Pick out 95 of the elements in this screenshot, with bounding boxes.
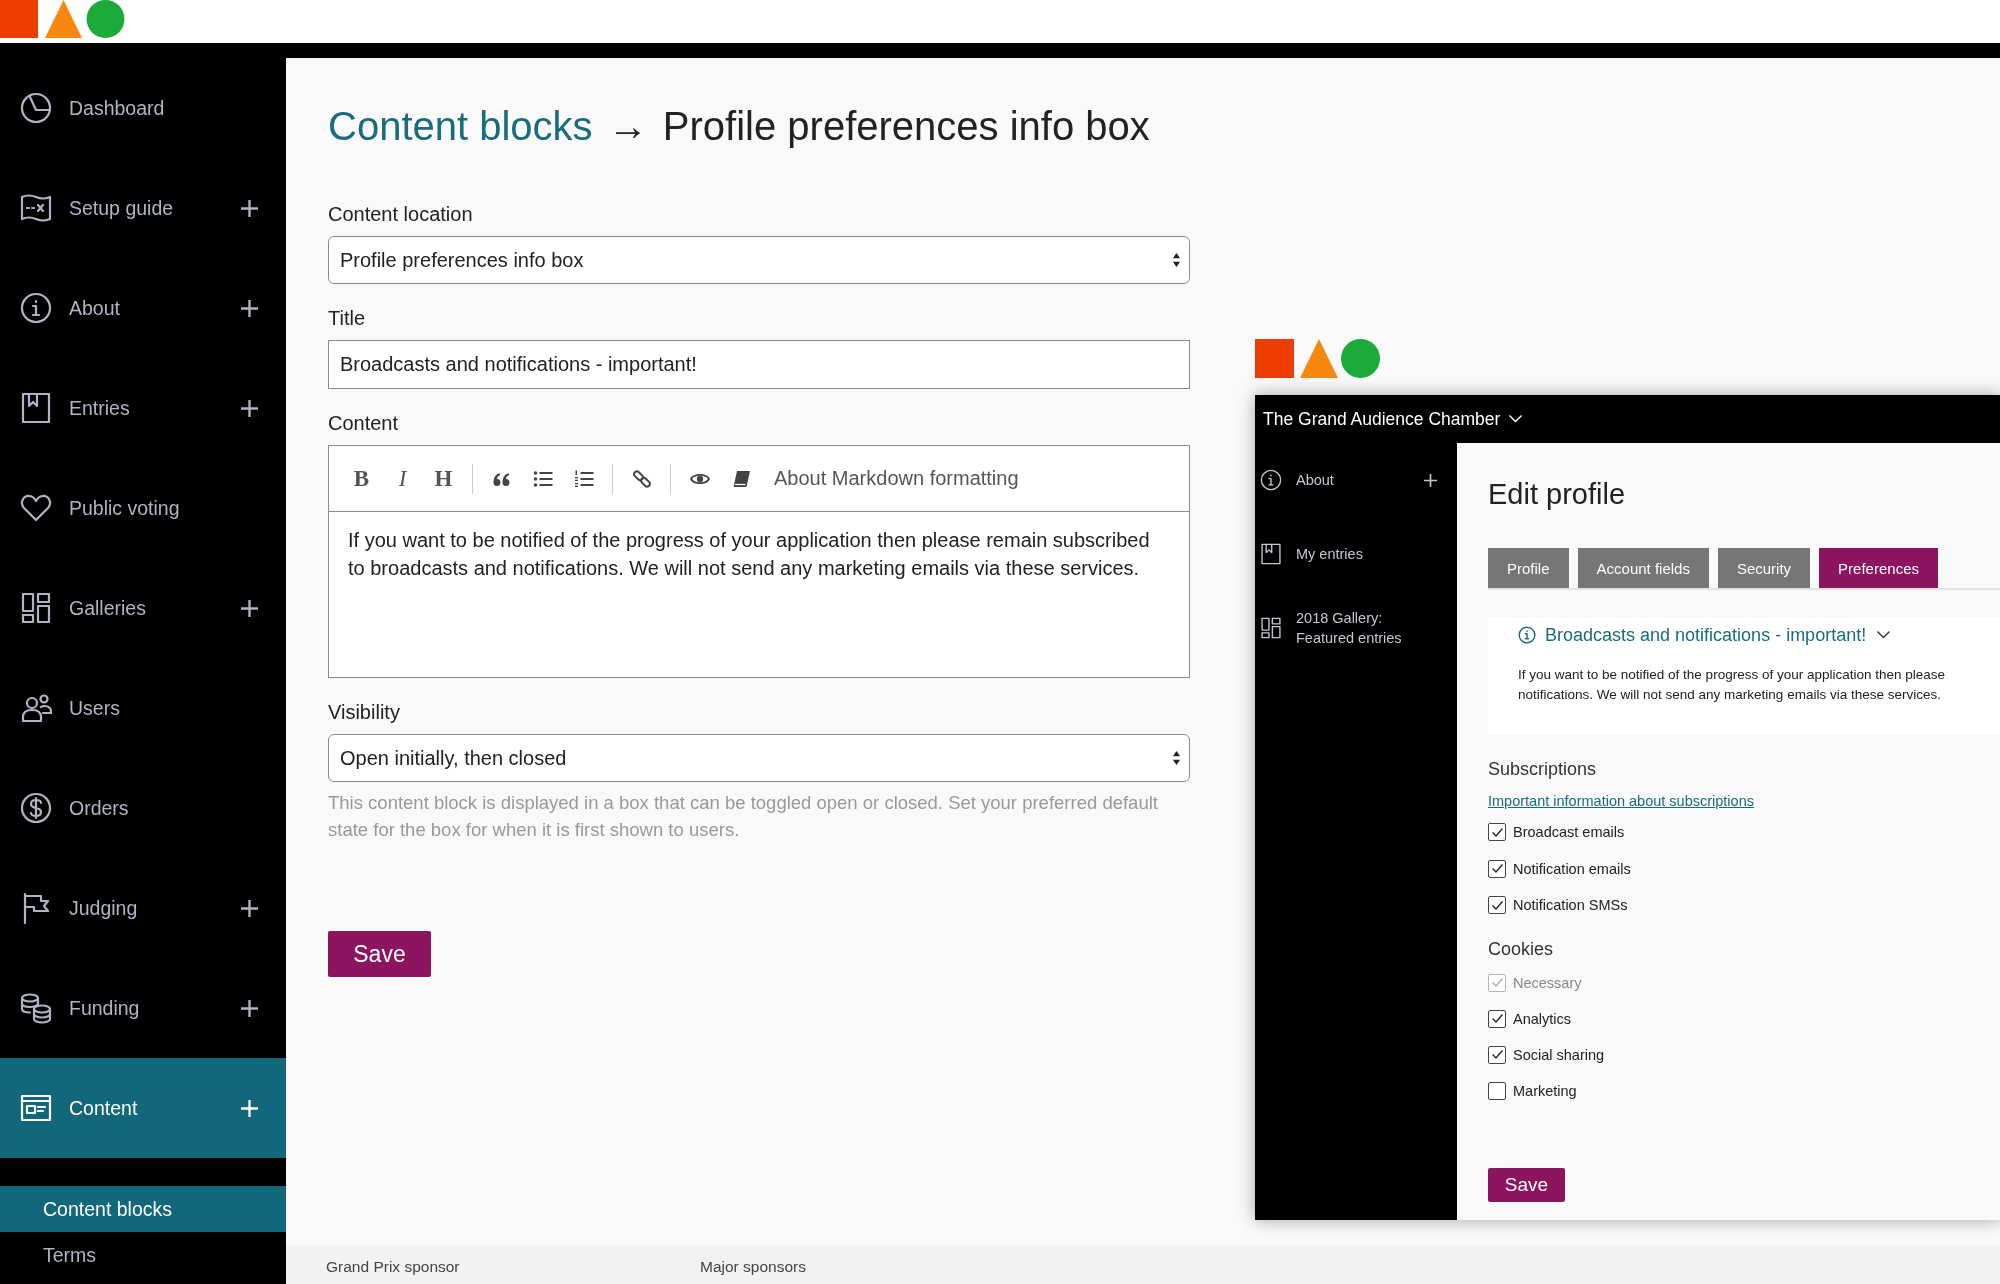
page-heading: Edit profile <box>1488 477 1626 512</box>
help-text: This content block is displayed in a box that can be toggled open or closed. Set your preferred default state for the box for when it is first shown to users. <box>328 791 1159 842</box>
subscriptions-info-link[interactable]: Important information about subscriptions <box>1488 791 1754 811</box>
breadcrumb-arrow: → <box>607 104 648 148</box>
plus-icon <box>1424 473 1437 487</box>
section-heading: Cookies <box>1488 937 1555 961</box>
layout-grid-icon <box>20 592 52 624</box>
checkbox[interactable] <box>1488 1081 1506 1100</box>
field-label: Title <box>328 306 367 331</box>
checkbox[interactable] <box>1488 896 1506 915</box>
checkmark-icon <box>1491 1050 1503 1059</box>
sidebar-item[interactable]: Content <box>0 1058 286 1158</box>
plus-icon <box>241 199 258 217</box>
heart-icon <box>20 492 52 524</box>
sidebar-item[interactable]: My entries <box>1255 517 1457 591</box>
text-field[interactable]: Broadcasts and notifications - important! <box>328 340 1190 389</box>
chevron-down-icon <box>1509 415 1523 423</box>
updown-arrows-icon <box>1172 750 1181 766</box>
sidebar-item[interactable]: Orders <box>0 758 286 858</box>
checkbox-label: Broadcast emails <box>1513 824 1625 841</box>
browser-window-icon <box>20 1092 52 1124</box>
save-button[interactable]: Save <box>1488 1167 1565 1202</box>
select-field[interactable]: Open initially, then closed <box>328 734 1190 782</box>
bookmark-icon <box>20 392 52 424</box>
coins-icon <box>20 992 52 1024</box>
info-icon <box>1260 469 1282 491</box>
gauge-icon <box>20 92 52 124</box>
sidebar-subitem[interactable]: Content blocks <box>0 1186 286 1232</box>
info-box-text: If you want to be notified of the progress of your application then please notifications. We will not send any marketing emails via these services. <box>1518 666 1947 704</box>
save-button[interactable]: Save <box>328 931 431 977</box>
checkbox[interactable] <box>1488 1009 1506 1028</box>
chevron-icon <box>1877 631 1891 639</box>
checkmark-icon <box>1491 900 1503 910</box>
checkbox-label: Analytics <box>1513 1010 1572 1027</box>
format-button[interactable]: B <box>341 462 382 495</box>
sidebar-item[interactable]: Public voting <box>0 458 286 558</box>
checkbox-label: Notification SMSs <box>1513 897 1628 914</box>
info-icon <box>20 292 52 324</box>
sponsor-heading: Major sponsors <box>700 1257 807 1277</box>
plus-icon <box>241 899 258 917</box>
checkbox[interactable] <box>1488 859 1506 878</box>
section-heading: Subscriptions <box>1488 758 1598 781</box>
bulleted-list-icon[interactable] <box>532 468 553 489</box>
plus-icon <box>241 999 258 1017</box>
checkbox-label: Marketing <box>1513 1082 1577 1099</box>
checkbox-label: Social sharing <box>1513 1046 1605 1063</box>
map-icon <box>20 192 52 224</box>
field-label: Visibility <box>328 700 401 725</box>
sidebar-subitem[interactable]: Terms <box>0 1232 286 1278</box>
sidebar-item[interactable]: 2018 Gallery: Featured entries <box>1255 591 1457 665</box>
tab[interactable]: Profile <box>1488 548 1569 588</box>
sidebar-item[interactable]: Setup guide <box>0 158 286 258</box>
sidebar-item[interactable]: About <box>0 258 286 358</box>
format-button[interactable]: H <box>423 462 464 495</box>
checkmark-icon <box>1491 1014 1503 1023</box>
checkmark-icon <box>1491 827 1503 837</box>
plus-icon <box>241 299 258 317</box>
page-title: Profile preferences info box <box>662 104 1150 148</box>
info-box-toggle[interactable]: Broadcasts and notifications - important! <box>1518 623 1891 647</box>
sidebar-item[interactable]: Entries <box>0 358 286 458</box>
bookmark-icon <box>1260 543 1282 565</box>
sidebar-item[interactable]: About <box>1255 443 1457 517</box>
checkbox-label: Notification emails <box>1513 860 1631 877</box>
users-icon <box>20 692 52 724</box>
tab[interactable]: Account fields <box>1577 548 1709 588</box>
layout-grid-icon <box>1260 617 1282 639</box>
select-field[interactable]: Profile preferences info box <box>328 236 1190 284</box>
sidebar-item[interactable]: Funding <box>0 958 286 1058</box>
sidebar-item[interactable]: Galleries <box>0 558 286 658</box>
sponsor-heading: Grand Prix sponsor <box>326 1257 461 1277</box>
link-icon[interactable] <box>631 468 652 489</box>
checkbox[interactable] <box>1488 1045 1506 1064</box>
checkmark-icon <box>1491 978 1503 987</box>
editor-text-area[interactable]: If you want to be notified of the progress of your application then please remain subscribed to broadcasts and notifications. We will not send any marketing emails via these services. <box>329 512 1189 677</box>
checkbox-label: Necessary <box>1513 974 1582 991</box>
numbered-list-icon[interactable] <box>573 468 594 489</box>
sidebar-item[interactable]: Judging <box>0 858 286 958</box>
field-label: Content <box>328 411 400 436</box>
site-switcher[interactable]: The Grand Audience Chamber <box>1263 408 1523 430</box>
updown-arrows-icon <box>1172 252 1181 268</box>
info-icon <box>1518 626 1536 644</box>
markdown-help-link[interactable]: About Markdown formatting <box>774 467 1019 490</box>
checkbox[interactable] <box>1488 823 1506 842</box>
breadcrumb-link[interactable]: Content blocks <box>328 104 593 148</box>
sidebar-item[interactable]: Users <box>0 658 286 758</box>
plus-icon <box>241 1099 258 1117</box>
format-button[interactable]: I <box>382 462 423 495</box>
sidebar-item[interactable]: Dashboard <box>0 58 286 158</box>
tab[interactable]: Security <box>1717 548 1811 588</box>
plus-icon <box>241 599 258 617</box>
plus-icon <box>241 399 258 417</box>
tab[interactable]: Preferences <box>1819 548 1938 588</box>
checkmark-icon <box>1491 864 1503 874</box>
field-label: Content location <box>328 202 474 227</box>
dollar-icon <box>20 792 52 824</box>
